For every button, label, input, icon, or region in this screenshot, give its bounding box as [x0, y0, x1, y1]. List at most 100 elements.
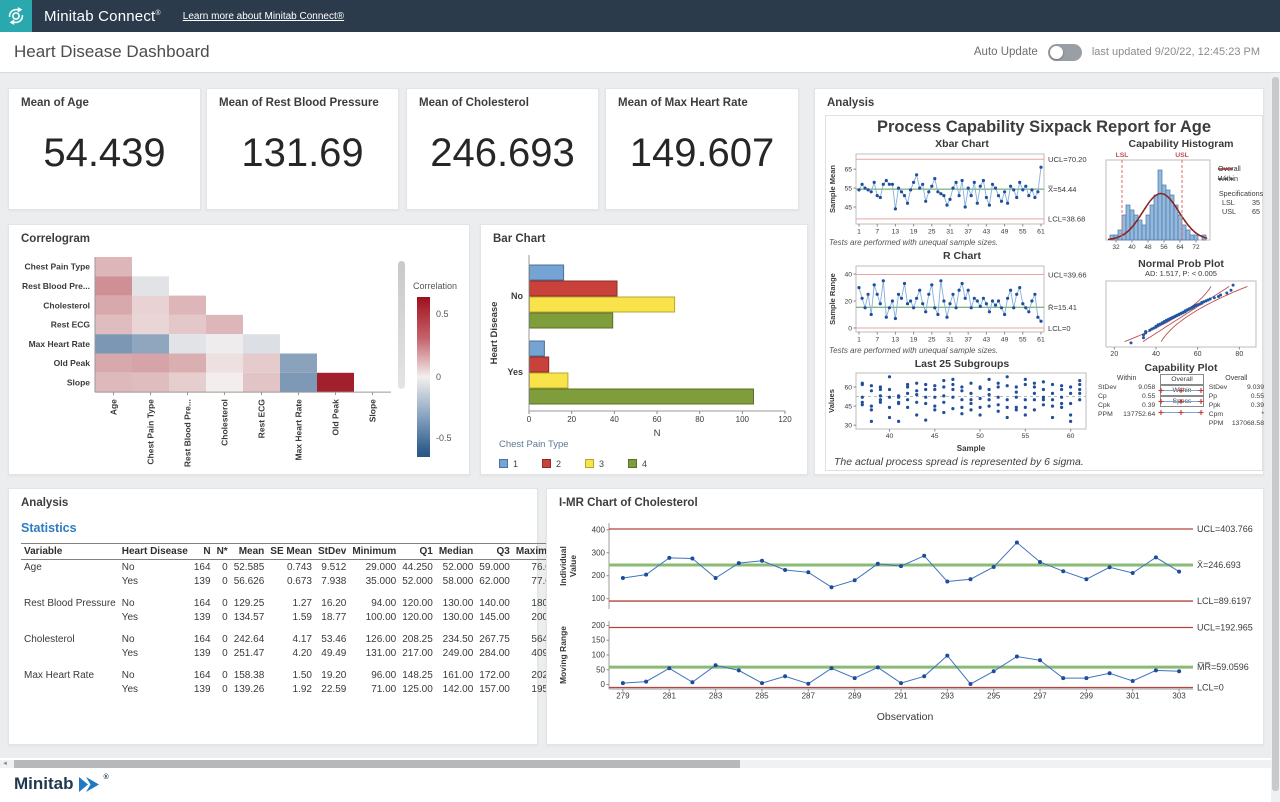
svg-text:283: 283	[709, 692, 723, 701]
svg-text:64: 64	[1176, 244, 1184, 251]
svg-text:55: 55	[1019, 229, 1027, 236]
svg-text:287: 287	[802, 692, 816, 701]
normal-prob-plot-subtitle: AD: 1.517, P: < 0.005	[1098, 269, 1264, 278]
svg-text:65: 65	[844, 167, 852, 174]
page-title: Heart Disease Dashboard	[14, 42, 210, 62]
svg-text:19: 19	[910, 229, 918, 236]
statistics-table: VariableHeart DiseaseNN*MeanSE MeanStDev…	[21, 543, 565, 696]
svg-text:Age: Age	[109, 399, 119, 415]
svg-text:50: 50	[596, 665, 605, 674]
svg-text:31: 31	[946, 229, 954, 236]
toggle-knob	[1050, 46, 1063, 59]
svg-text:Rest ECG: Rest ECG	[51, 320, 91, 330]
svg-text:400: 400	[592, 525, 606, 534]
svg-text:13: 13	[892, 229, 900, 236]
svg-text:40: 40	[610, 415, 619, 424]
svg-text:297: 297	[1033, 692, 1047, 701]
svg-text:37: 37	[964, 229, 972, 236]
svg-text:Max Heart Rate: Max Heart Rate	[29, 339, 91, 349]
svg-text:299: 299	[1080, 692, 1094, 701]
kpi-label: Mean of Rest Blood Pressure	[219, 97, 379, 109]
svg-text:56: 56	[1160, 244, 1168, 251]
legend-title: Correlation	[413, 281, 469, 291]
kpi-value: 54.439	[9, 131, 200, 176]
card-title: Correlogram	[21, 233, 90, 245]
legend-items: 1234	[499, 454, 647, 472]
kpi-card-mean-max-heart-rate: Mean of Max Heart Rate 149.607	[605, 88, 799, 210]
learn-more-link[interactable]: Learn more about Minitab Connect®	[183, 11, 344, 22]
kpi-value: 149.607	[606, 131, 798, 176]
imr-chart-card: I-MR Chart of Cholesterol 100200300400UC…	[546, 488, 1264, 745]
kpi-label: Mean of Cholesterol	[419, 97, 529, 109]
svg-text:61: 61	[1037, 337, 1045, 344]
svg-text:Sample: Sample	[957, 444, 986, 453]
svg-text:Slope: Slope	[67, 377, 90, 387]
r-chart-plot: 0204017131925313743495561UCL=39.66R̄=15.…	[826, 261, 1098, 345]
scroll-left-arrow-icon[interactable]: ◄	[2, 761, 8, 767]
svg-text:25: 25	[928, 337, 936, 344]
svg-text:45: 45	[931, 433, 939, 440]
svg-text:0: 0	[848, 325, 852, 332]
footer-trademark: ®	[104, 774, 109, 781]
kpi-value: 131.69	[207, 131, 398, 176]
svg-text:Individual: Individual	[558, 546, 568, 586]
minitab-connect-logo[interactable]	[0, 0, 32, 32]
svg-text:Rest ECG: Rest ECG	[257, 399, 267, 439]
kpi-label: Mean of Max Heart Rate	[618, 97, 748, 109]
svg-text:UCL=70.20: UCL=70.20	[1048, 155, 1087, 164]
brand-name: Minitab Connect®	[44, 8, 161, 25]
svg-text:Values: Values	[827, 389, 836, 413]
horizontal-scrollbar-thumb[interactable]	[14, 760, 740, 768]
svg-text:291: 291	[894, 692, 908, 701]
svg-text:0: 0	[527, 415, 532, 424]
svg-text:200: 200	[592, 571, 606, 580]
svg-text:X̄=246.693: X̄=246.693	[1197, 560, 1241, 570]
svg-text:32: 32	[1112, 244, 1120, 251]
svg-text:USL: USL	[1175, 152, 1189, 159]
svg-text:80: 80	[1235, 351, 1243, 358]
svg-text:Chest Pain Type: Chest Pain Type	[25, 262, 91, 272]
svg-text:UCL=39.66: UCL=39.66	[1048, 270, 1087, 279]
svg-text:60: 60	[1067, 433, 1075, 440]
svg-text:49: 49	[1001, 229, 1009, 236]
capability-histogram-plot: LSLUSL324048566472	[1100, 149, 1216, 253]
auto-update-toggle[interactable]	[1048, 44, 1082, 61]
card-title: Bar Chart	[493, 233, 545, 245]
svg-text:LCL=0: LCL=0	[1048, 324, 1071, 333]
moving-range-chart: 0501001502002792812832852872892912932952…	[555, 615, 1257, 709]
svg-text:100: 100	[592, 594, 606, 603]
heart-disease-bar-chart: NoYes020406080100120NHeart Disease	[485, 251, 799, 441]
horizontal-scrollbar[interactable]: ◄	[0, 760, 1280, 768]
analysis-sixpack-card: Analysis Process Capability Sixpack Repo…	[814, 88, 1264, 475]
correlation-legend: Correlation 0.5 0 -0.5	[413, 281, 469, 291]
vertical-scrollbar-thumb[interactable]	[1272, 77, 1279, 791]
sixpack-report-title: Process Capability Sixpack Report for Ag…	[826, 118, 1262, 137]
svg-text:30: 30	[844, 423, 852, 430]
xbar-chart-plot: 45556517131925313743495561UCL=70.20X̿=54…	[826, 149, 1098, 237]
svg-text:Max Heart Rate: Max Heart Rate	[294, 399, 304, 461]
svg-text:150: 150	[592, 636, 606, 645]
svg-text:7: 7	[875, 229, 879, 236]
svg-text:45: 45	[844, 204, 852, 211]
svg-text:300: 300	[592, 548, 606, 557]
svg-text:31: 31	[946, 337, 954, 344]
svg-text:80: 80	[695, 415, 704, 424]
svg-text:R̄=15.41: R̄=15.41	[1048, 303, 1077, 312]
correlogram-scrollbar[interactable]	[398, 261, 405, 389]
svg-text:X̿=54.44: X̿=54.44	[1048, 185, 1077, 194]
legend-tick: 0.5	[436, 309, 449, 319]
svg-text:61: 61	[1037, 229, 1045, 236]
kpi-card-mean-cholesterol: Mean of Cholesterol 246.693	[406, 88, 599, 210]
top-navigation-bar: Minitab Connect® Learn more about Minita…	[0, 0, 1280, 32]
card-title: Analysis	[827, 97, 874, 109]
svg-text:Rest Blood Pre...: Rest Blood Pre...	[183, 399, 193, 467]
normal-prob-plot: 20406080	[1100, 278, 1264, 360]
svg-text:120: 120	[778, 415, 792, 424]
svg-text:13: 13	[892, 337, 900, 344]
svg-text:20: 20	[1110, 351, 1118, 358]
vertical-scrollbar[interactable]	[1271, 73, 1280, 802]
capability-plot: WithinStDev9.058Cp0.55Cpk0.39PPM137752.6…	[1098, 374, 1264, 428]
svg-text:37: 37	[964, 337, 972, 344]
kpi-card-mean-rest-blood-pressure: Mean of Rest Blood Pressure 131.69	[206, 88, 399, 210]
svg-text:49: 49	[1001, 337, 1009, 344]
